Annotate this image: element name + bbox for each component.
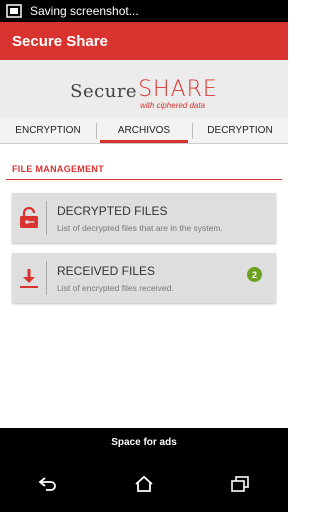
card-title: RECEIVED FILES <box>57 263 156 278</box>
tab-bar: ENCRYPTION ARCHIVOS DECRYPTION <box>0 118 288 144</box>
app-title: Secure Share <box>12 32 108 50</box>
unlocked-padlock-icon <box>20 207 38 228</box>
tab-divider <box>192 123 193 139</box>
tab-encryption-label: ENCRYPTION <box>15 125 81 136</box>
app-logo: Secure SHARE with ciphered data <box>70 76 218 110</box>
tab-archivos-label: ARCHIVOS <box>117 125 171 136</box>
ad-text: Space for ads <box>111 436 177 448</box>
download-arrow-icon <box>20 269 38 288</box>
card-icon-holder <box>12 253 46 303</box>
card-title: DECRYPTED FILES <box>57 203 168 218</box>
logo-accent: SHARE <box>138 76 218 102</box>
status-bar: Saving screenshot... <box>0 0 288 22</box>
logo-accent-wrap: SHARE with ciphered data <box>138 76 218 110</box>
section-divider <box>6 179 282 180</box>
count-badge: 2 <box>247 267 262 282</box>
tab-decryption[interactable]: DECRYPTION <box>192 118 288 143</box>
tab-decryption-label: DECRYPTION <box>207 125 273 136</box>
recent-apps-icon <box>231 476 249 492</box>
system-nav-bar <box>0 456 288 512</box>
home-button[interactable] <box>124 464 164 504</box>
back-button[interactable] <box>28 464 68 504</box>
status-notification-text: Saving screenshot... <box>30 4 139 18</box>
logo-banner: Secure SHARE with ciphered data <box>0 60 288 118</box>
card-body: RECEIVED FILES List of encrypted files r… <box>47 264 276 293</box>
app-bar: Secure Share <box>0 22 288 60</box>
tab-encryption[interactable]: ENCRYPTION <box>0 118 96 143</box>
logo-tagline: with ciphered data <box>140 100 206 110</box>
card-subtitle: List of encrypted files received. <box>57 282 174 293</box>
card-body: DECRYPTED FILES List of decrypted files … <box>47 204 276 233</box>
back-arrow-icon <box>38 477 56 491</box>
home-icon <box>135 475 153 492</box>
card-icon-holder <box>12 193 46 243</box>
section-title: FILE MANAGEMENT <box>12 164 104 174</box>
recents-button[interactable] <box>220 464 260 504</box>
received-files-card[interactable]: RECEIVED FILES List of encrypted files r… <box>12 253 276 303</box>
card-subtitle: List of decrypted files that are in the … <box>57 222 223 233</box>
decrypted-files-card[interactable]: DECRYPTED FILES List of decrypted files … <box>12 193 276 243</box>
logo-word: Secure <box>70 80 138 102</box>
screenshot-icon <box>6 4 22 18</box>
ad-banner[interactable]: Space for ads <box>0 428 288 456</box>
tab-archivos[interactable]: ARCHIVOS <box>96 118 192 143</box>
tab-divider <box>96 123 97 139</box>
